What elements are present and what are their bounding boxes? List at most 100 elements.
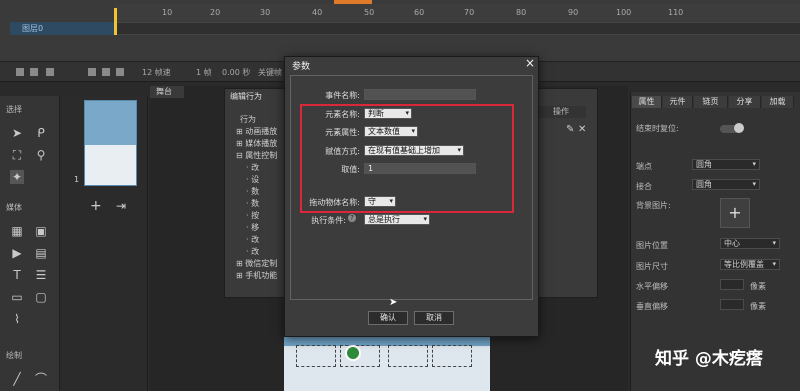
tick-label: 80: [516, 8, 527, 17]
tree-item[interactable]: · 数: [246, 198, 259, 209]
tree-item[interactable]: · 数: [246, 186, 259, 197]
audio-icon[interactable]: ▤: [34, 246, 48, 260]
v-offset-input[interactable]: [720, 299, 744, 310]
join-label: 接合: [636, 182, 652, 191]
tab-share[interactable]: 分享: [729, 96, 761, 108]
confirm-button[interactable]: 确认: [368, 311, 408, 325]
tick-label: 100: [616, 8, 632, 17]
drag-object[interactable]: [345, 345, 361, 361]
stage-box[interactable]: [388, 345, 428, 367]
tool-panel: 选择 ➤ ᑭ ⛶ ⚲ ✦ 媒体 ▦ ▣ ▶ ▤ T ☰ ▭ ▢ ⌇ 绘制 ╱ ⌒: [0, 96, 60, 391]
form-icon[interactable]: ▢: [34, 290, 48, 304]
tick-label: 70: [464, 8, 475, 17]
tree-item[interactable]: ⊟ 属性控制: [236, 150, 277, 161]
playhead[interactable]: [114, 8, 117, 35]
canvas-tab[interactable]: 舞台: [150, 86, 184, 98]
help-icon[interactable]: ?: [348, 214, 356, 222]
pen-tool-icon[interactable]: ✦: [10, 170, 24, 184]
delete-icon[interactable]: [46, 68, 54, 76]
event-name-label: 事件名称:: [325, 91, 360, 100]
tick-label: 30: [260, 8, 271, 17]
remove-frame-icon[interactable]: [116, 68, 124, 76]
dialog-title: 参数: [292, 62, 311, 72]
comment-icon[interactable]: ▭: [10, 290, 24, 304]
folder-icon[interactable]: [30, 68, 38, 76]
join-select[interactable]: 圆角: [692, 179, 760, 190]
tree-item[interactable]: · 改: [246, 246, 259, 257]
tree-item[interactable]: ⊞ 媒体播放: [236, 138, 277, 149]
add-bg-image-button[interactable]: +: [720, 198, 750, 228]
add-page-icon[interactable]: +: [90, 198, 102, 214]
tree-item[interactable]: ⊞ 手机功能: [236, 270, 277, 281]
current-frame: 1 帧: [196, 68, 212, 77]
import-page-icon[interactable]: ⇥: [116, 199, 126, 213]
node-edit-icon[interactable]: ᑭ: [34, 126, 48, 140]
tick-label: 50: [364, 8, 375, 17]
image-size-select[interactable]: 等比例覆盖: [720, 259, 780, 270]
v-offset-label: 垂直偏移: [636, 302, 668, 311]
page-number: 1: [74, 175, 80, 184]
insert-frame-icon[interactable]: [88, 68, 96, 76]
cap-label: 端点: [636, 162, 652, 171]
video-icon[interactable]: ▶: [10, 246, 24, 260]
cap-select[interactable]: 圆角: [692, 159, 760, 170]
grid-icon[interactable]: ▦: [10, 224, 24, 238]
zoom-icon[interactable]: ⚲: [34, 148, 48, 162]
layer-track[interactable]: [114, 22, 800, 35]
tick-label: 90: [568, 8, 579, 17]
line-icon[interactable]: ╱: [10, 372, 24, 386]
page-thumbnail-preview: [85, 101, 136, 145]
tab-symbols[interactable]: 元件: [663, 96, 693, 108]
tree-item[interactable]: · 按: [246, 210, 259, 221]
h-offset-label: 水平偏移: [636, 282, 668, 291]
image-position-select[interactable]: 中心: [720, 238, 780, 249]
transform-icon[interactable]: ⛶: [10, 148, 24, 162]
image-icon[interactable]: ▣: [34, 224, 48, 238]
curve-icon[interactable]: ⌒: [34, 372, 48, 386]
paragraph-icon[interactable]: ☰: [34, 268, 48, 282]
tree-item[interactable]: · 设: [246, 174, 259, 185]
section-media: 媒体: [6, 203, 22, 212]
tree-item[interactable]: · 改: [246, 234, 259, 245]
close-icon[interactable]: ×: [524, 57, 536, 69]
watermark: 知乎 @木疙瘩: [655, 349, 763, 369]
operations-header: 操作: [536, 106, 586, 118]
tree-item[interactable]: ⊞ 动画播放: [236, 126, 277, 137]
timeline-ruler[interactable]: 10 20 30 40 50 60 70 80 90 100 110: [114, 4, 800, 20]
text-icon[interactable]: T: [10, 268, 24, 282]
reset-label: 结束时复位:: [636, 124, 679, 133]
stage-box[interactable]: [296, 345, 336, 367]
pointer-icon[interactable]: ➤: [10, 126, 24, 140]
section-draw: 绘制: [6, 351, 22, 360]
v-offset-unit: 像素: [750, 302, 766, 311]
condition-select[interactable]: 总是执行: [364, 214, 430, 225]
chart-icon[interactable]: ⌇: [10, 312, 24, 326]
tree-item[interactable]: · 改: [246, 162, 259, 173]
tab-properties[interactable]: 属性: [632, 96, 662, 108]
layer-row[interactable]: 图层0: [10, 22, 114, 35]
stage-box[interactable]: [432, 345, 472, 367]
mouse-cursor-icon: ➤: [389, 297, 398, 308]
tab-links[interactable]: 链页: [694, 96, 728, 108]
tree-item[interactable]: ⊞ 微信定制: [236, 258, 277, 269]
image-position-label: 图片位置: [636, 241, 668, 250]
delete-icon[interactable]: ✕: [578, 124, 586, 135]
insert-keyframe-icon[interactable]: [102, 68, 110, 76]
h-offset-input[interactable]: [720, 279, 744, 290]
behavior-tree-header: 行为: [240, 115, 256, 124]
tick-label: 60: [414, 8, 425, 17]
section-select: 选择: [6, 105, 22, 114]
frame-rate: 12 帧速: [142, 68, 171, 77]
tree-item[interactable]: · 移: [246, 222, 259, 233]
tick-label: 40: [312, 8, 323, 17]
edit-icon[interactable]: ✎: [566, 124, 574, 135]
cancel-button[interactable]: 取消: [414, 311, 454, 325]
tick-label: 20: [210, 8, 221, 17]
event-name-input[interactable]: [364, 89, 476, 100]
toggle-knob: [734, 123, 744, 133]
add-layer-icon[interactable]: [16, 68, 24, 76]
highlight-box: [300, 104, 514, 213]
tick-label: 110: [668, 8, 684, 17]
tab-load[interactable]: 加载: [762, 96, 794, 108]
behavior-editor-title: 编辑行为: [230, 92, 262, 101]
